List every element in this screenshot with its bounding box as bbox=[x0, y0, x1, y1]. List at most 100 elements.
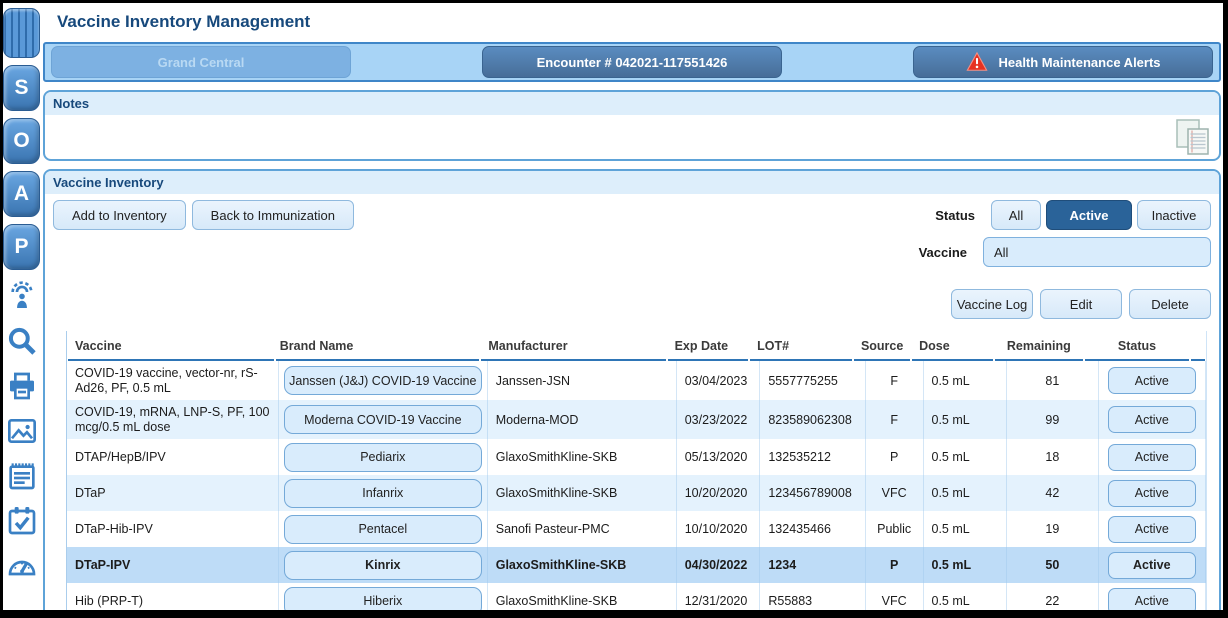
dictation-icon[interactable] bbox=[3, 277, 40, 315]
filler-cell bbox=[1205, 400, 1206, 439]
remaining-cell: 50 bbox=[1006, 547, 1097, 583]
source-cell: VFC bbox=[865, 475, 923, 511]
status-filter-group: All Active Inactive bbox=[991, 200, 1211, 230]
alerts-label: Health Maintenance Alerts bbox=[998, 55, 1160, 70]
brand-name-cell: Infanrix bbox=[278, 475, 487, 511]
manufacturer-cell: Janssen-JSN bbox=[487, 361, 676, 400]
search-icon[interactable] bbox=[3, 322, 40, 360]
header-bar: Grand Central Encounter # 042021-1175514… bbox=[43, 42, 1221, 82]
col-exp-date: Exp Date bbox=[667, 331, 750, 361]
table-row[interactable]: DTaP-Hib-IPVPentacelSanofi Pasteur-PMC10… bbox=[67, 511, 1206, 547]
status-button[interactable]: Active bbox=[1108, 367, 1196, 394]
main-content: Vaccine Inventory Management Grand Centr… bbox=[45, 3, 1223, 610]
warning-icon bbox=[965, 51, 989, 73]
remaining-cell: 99 bbox=[1006, 400, 1097, 439]
inventory-table: Vaccine Brand Name Manufacturer Exp Date… bbox=[66, 331, 1207, 610]
add-to-inventory-button[interactable]: Add to Inventory bbox=[53, 200, 186, 230]
status-button[interactable]: Active bbox=[1108, 588, 1196, 611]
brand-name-button[interactable]: Kinrix bbox=[284, 551, 482, 580]
vaccine-cell: COVID-19, mRNA, LNP-S, PF, 100 mcg/0.5 m… bbox=[67, 400, 278, 439]
status-cell: Active bbox=[1098, 400, 1205, 439]
manufacturer-cell: GlaxoSmithKline-SKB bbox=[487, 583, 676, 610]
remaining-cell: 18 bbox=[1006, 439, 1097, 475]
dose-cell: 0.5 mL bbox=[923, 361, 1007, 400]
vaccine-cell: DTaP-Hib-IPV bbox=[67, 511, 278, 547]
status-button[interactable]: Active bbox=[1108, 516, 1196, 543]
edit-button[interactable]: Edit bbox=[1040, 289, 1122, 319]
brand-name-cell: Hiberix bbox=[278, 583, 487, 610]
status-filter-label: Status bbox=[935, 208, 975, 223]
brand-name-button[interactable]: Hiberix bbox=[284, 587, 482, 611]
paste-notes-icon[interactable] bbox=[1173, 117, 1213, 157]
status-button[interactable]: Active bbox=[1108, 444, 1196, 471]
source-cell: VFC bbox=[865, 583, 923, 610]
status-button[interactable]: Active bbox=[1108, 406, 1196, 433]
vaccine-filter-dropdown[interactable]: All bbox=[983, 237, 1211, 267]
encounter-button[interactable]: Encounter # 042021-117551426 bbox=[482, 46, 782, 78]
brand-name-button[interactable]: Moderna COVID-19 Vaccine bbox=[284, 405, 482, 434]
status-cell: Active bbox=[1098, 439, 1205, 475]
status-cell: Active bbox=[1098, 547, 1205, 583]
col-source: Source bbox=[853, 331, 911, 361]
blinds-icon[interactable] bbox=[3, 8, 40, 58]
vaccine-cell: DTaP-IPV bbox=[67, 547, 278, 583]
status-cell: Active bbox=[1098, 361, 1205, 400]
notes-panel: Notes bbox=[43, 90, 1221, 161]
sidebar-item-subjective[interactable]: S bbox=[3, 65, 40, 111]
col-filler bbox=[1190, 331, 1206, 361]
sidebar-item-objective[interactable]: O bbox=[3, 118, 40, 164]
table-row[interactable]: Hib (PRP-T)HiberixGlaxoSmithKline-SKB12/… bbox=[67, 583, 1206, 610]
calendar-check-icon[interactable] bbox=[3, 502, 40, 540]
table-row[interactable]: DTaPInfanrixGlaxoSmithKline-SKB10/20/202… bbox=[67, 475, 1206, 511]
delete-button[interactable]: Delete bbox=[1129, 289, 1211, 319]
status-active-button[interactable]: Active bbox=[1046, 200, 1132, 230]
status-cell: Active bbox=[1098, 583, 1205, 610]
status-all-button[interactable]: All bbox=[991, 200, 1041, 230]
brand-name-button[interactable]: Pentacel bbox=[284, 515, 482, 544]
dose-cell: 0.5 mL bbox=[923, 511, 1007, 547]
dose-cell: 0.5 mL bbox=[923, 583, 1007, 610]
gauge-icon[interactable] bbox=[3, 547, 40, 585]
brand-name-cell: Pentacel bbox=[278, 511, 487, 547]
col-brand-name: Brand Name bbox=[275, 331, 481, 361]
sidebar: S O A P bbox=[3, 3, 45, 610]
grand-central-button[interactable]: Grand Central bbox=[51, 46, 351, 78]
brand-name-button[interactable]: Infanrix bbox=[284, 479, 482, 508]
vaccine-log-button[interactable]: Vaccine Log bbox=[951, 289, 1033, 319]
status-inactive-button[interactable]: Inactive bbox=[1137, 200, 1211, 230]
sidebar-item-plan[interactable]: P bbox=[3, 224, 40, 270]
lot-cell: 1234 bbox=[759, 547, 864, 583]
print-icon[interactable] bbox=[3, 367, 40, 405]
filler-cell bbox=[1205, 511, 1206, 547]
notepad-icon[interactable] bbox=[3, 457, 40, 495]
vaccine-inventory-title: Vaccine Inventory bbox=[45, 171, 1219, 194]
dose-cell: 0.5 mL bbox=[923, 547, 1007, 583]
col-remaining: Remaining bbox=[994, 331, 1084, 361]
back-to-immunization-button[interactable]: Back to Immunization bbox=[192, 200, 354, 230]
status-cell: Active bbox=[1098, 511, 1205, 547]
filler-cell bbox=[1205, 475, 1206, 511]
brand-name-button[interactable]: Janssen (J&J) COVID-19 Vaccine bbox=[284, 366, 482, 395]
notes-title: Notes bbox=[45, 92, 1219, 115]
manufacturer-cell: Moderna-MOD bbox=[487, 400, 676, 439]
brand-name-button[interactable]: Pediarix bbox=[284, 443, 482, 472]
exp-date-cell: 10/10/2020 bbox=[676, 511, 760, 547]
image-icon[interactable] bbox=[3, 412, 40, 450]
status-button[interactable]: Active bbox=[1108, 480, 1196, 507]
notes-body[interactable] bbox=[45, 115, 1219, 159]
sidebar-item-assessment[interactable]: A bbox=[3, 171, 40, 217]
table-row[interactable]: COVID-19 vaccine, vector-nr, rS-Ad26, PF… bbox=[67, 361, 1206, 400]
manufacturer-cell: GlaxoSmithKline-SKB bbox=[487, 439, 676, 475]
exp-date-cell: 05/13/2020 bbox=[676, 439, 760, 475]
lot-cell: 132435466 bbox=[759, 511, 864, 547]
remaining-cell: 22 bbox=[1006, 583, 1097, 610]
table-row[interactable]: COVID-19, mRNA, LNP-S, PF, 100 mcg/0.5 m… bbox=[67, 400, 1206, 439]
lot-cell: 123456789008 bbox=[759, 475, 864, 511]
table-row[interactable]: DTaP-IPVKinrixGlaxoSmithKline-SKB04/30/2… bbox=[67, 547, 1206, 583]
page-title: Vaccine Inventory Management bbox=[57, 12, 1221, 32]
brand-name-cell: Pediarix bbox=[278, 439, 487, 475]
table-row[interactable]: DTAP/HepB/IPVPediarixGlaxoSmithKline-SKB… bbox=[67, 439, 1206, 475]
vaccine-cell: DTaP bbox=[67, 475, 278, 511]
status-button[interactable]: Active bbox=[1108, 552, 1196, 579]
health-maintenance-alerts-button[interactable]: Health Maintenance Alerts bbox=[913, 46, 1213, 78]
